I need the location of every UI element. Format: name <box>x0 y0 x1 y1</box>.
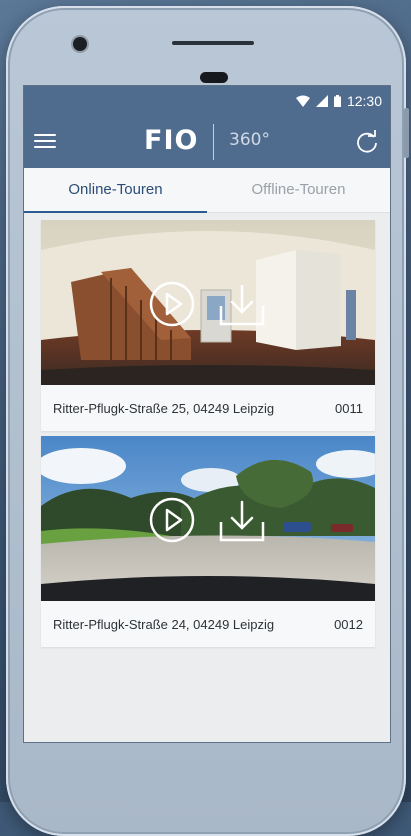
outdoor-panorama-image <box>41 436 375 601</box>
signal-icon <box>315 95 328 107</box>
hamburger-menu-icon[interactable] <box>34 130 56 154</box>
panorama-thumbnail[interactable] <box>41 436 375 601</box>
tab-bar: Online-Touren Offline-Touren <box>24 168 390 213</box>
tour-address: Ritter-Pflugk-Straße 24, 04249 Leipzig <box>53 616 275 632</box>
earpiece-speaker <box>172 41 254 45</box>
front-camera <box>73 37 87 51</box>
battery-icon <box>333 95 341 107</box>
app-screen: 12:30 FIO 360° Online-Touren Offline-Tou… <box>24 86 390 742</box>
tour-card[interactable]: Ritter-Pflugk-Straße 25, 04249 Leipzig 0… <box>41 220 375 431</box>
status-time: 12:30 <box>346 93 382 109</box>
tour-caption: Ritter-Pflugk-Straße 25, 04249 Leipzig 0… <box>41 385 375 431</box>
indoor-panorama-image <box>41 220 375 385</box>
app-bar: FIO 360° <box>24 116 390 168</box>
tab-online-tours[interactable]: Online-Touren <box>24 168 207 212</box>
tour-id: 0012 <box>334 616 363 632</box>
tour-caption: Ritter-Pflugk-Straße 24, 04249 Leipzig 0… <box>41 601 375 647</box>
refresh-icon[interactable] <box>354 129 380 155</box>
tour-card[interactable]: Ritter-Pflugk-Straße 24, 04249 Leipzig 0… <box>41 436 375 647</box>
power-button <box>404 108 409 158</box>
active-tab-indicator <box>24 211 207 213</box>
tab-offline-tours[interactable]: Offline-Touren <box>207 168 390 212</box>
status-bar: 12:30 <box>24 86 390 116</box>
proximity-sensor <box>200 72 228 83</box>
panorama-thumbnail[interactable] <box>41 220 375 385</box>
play-icon[interactable] <box>148 280 196 328</box>
download-icon[interactable] <box>218 280 266 328</box>
wifi-icon <box>295 95 310 107</box>
tour-address: Ritter-Pflugk-Straße 25, 04249 Leipzig <box>53 400 275 416</box>
logo-divider <box>213 124 214 160</box>
play-icon[interactable] <box>148 496 196 544</box>
tour-id: 0011 <box>335 400 363 416</box>
logo-suffix: 360° <box>229 130 270 150</box>
app-logo: FIO <box>144 125 199 156</box>
download-icon[interactable] <box>218 496 266 544</box>
